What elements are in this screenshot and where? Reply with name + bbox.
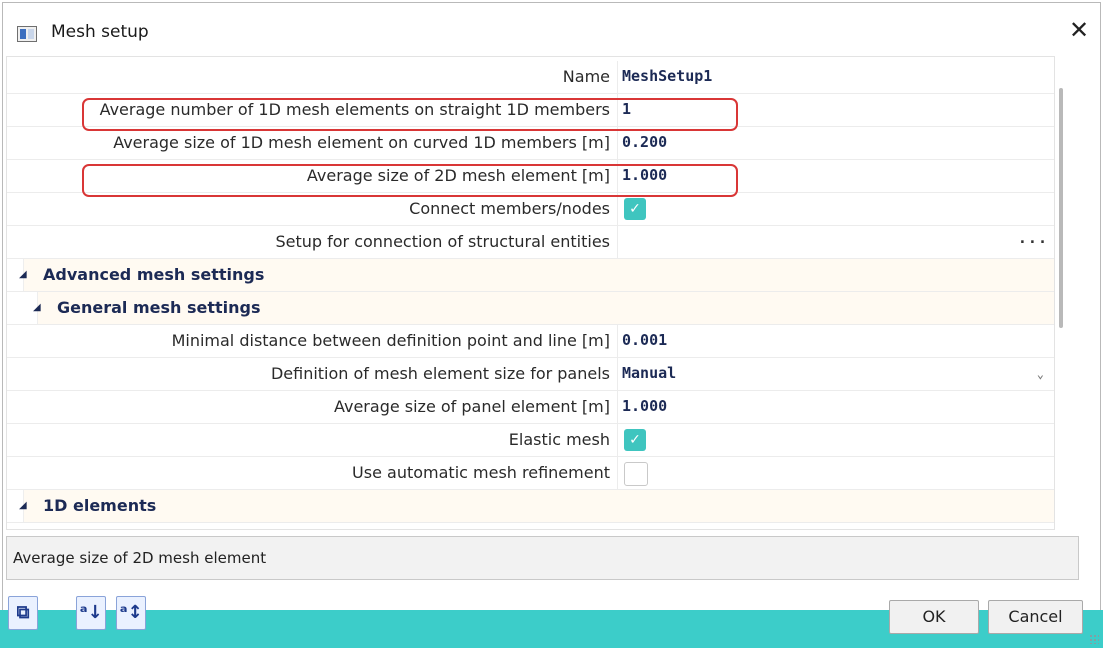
property-label: Setup for connection of structural entit… — [275, 232, 610, 251]
cancel-button[interactable]: Cancel — [988, 600, 1083, 634]
window-title: Mesh setup — [51, 22, 149, 42]
chevron-down-icon[interactable]: ⌄ — [1037, 358, 1044, 390]
property-value-field[interactable]: MeshSetup1 — [617, 61, 1054, 93]
property-label: Name — [562, 67, 610, 86]
property-label: Use automatic mesh refinement — [352, 463, 610, 482]
section-1d-elements[interactable]: ◢ 1D elements — [7, 490, 1054, 523]
select-value: Manual — [622, 364, 677, 382]
description-text: Average size of 2D mesh element — [13, 549, 267, 567]
property-label: Average size of panel element [m] — [333, 397, 610, 416]
window-app-icon — [17, 26, 37, 42]
property-row-definition-of-mesh-element-size-for-panels[interactable]: Definition of mesh element size for pane… — [7, 358, 1054, 391]
property-label: Minimal distance between definition poin… — [171, 331, 610, 350]
property-row-name[interactable]: Name MeshSetup1 — [7, 61, 1054, 94]
ellipsis-button[interactable]: ··· — [1018, 226, 1048, 258]
property-row-elastic-mesh[interactable]: Elastic mesh ✓ — [7, 424, 1054, 457]
property-value-field[interactable]: 1.000 — [617, 160, 1054, 192]
property-label: Average size of 2D mesh element [m] — [306, 166, 610, 185]
property-value-cell — [617, 457, 1054, 489]
sort-custom-button[interactable]: ᵃ↕ — [116, 596, 146, 630]
property-label: Average size of 1D mesh element on curve… — [113, 133, 610, 152]
property-select[interactable]: Manual ⌄ — [617, 358, 1054, 390]
checkbox-checked[interactable]: ✓ — [624, 429, 646, 451]
property-grid: Name MeshSetup1 Average number of 1D mesh … — [6, 56, 1055, 530]
property-value-field[interactable]: 0.001 — [617, 325, 1054, 357]
property-row-average-size-of-2d-mesh-element[interactable]: Average size of 2D mesh element [m] 1.000 — [7, 160, 1054, 193]
resize-grip-icon[interactable] — [1089, 634, 1099, 644]
property-row-use-automatic-mesh-refinement[interactable]: Use automatic mesh refinement — [7, 457, 1054, 490]
sort-ascending-button[interactable]: ᵃ↓ — [76, 596, 106, 630]
section-general-mesh-settings[interactable]: ◢ General mesh settings — [7, 292, 1054, 325]
property-label: Average number of 1D mesh elements on st… — [99, 100, 610, 119]
property-row-connect-members-nodes[interactable]: Connect members/nodes ✓ — [7, 193, 1054, 226]
property-label: Elastic mesh — [508, 430, 610, 449]
property-value-cell: ✓ — [617, 424, 1054, 456]
import-icon: ⧉ — [16, 602, 30, 623]
property-value-field[interactable]: 1 — [617, 94, 1054, 126]
property-value-cell: ··· — [617, 226, 1054, 258]
ok-button[interactable]: OK — [889, 600, 979, 634]
property-label: Definition of mesh element size for pane… — [270, 364, 610, 383]
section-label: 1D elements — [43, 496, 157, 515]
property-row-minimal-distance-between-definition-point-and-line[interactable]: Minimal distance between definition poin… — [7, 325, 1054, 358]
section-background — [23, 490, 1054, 522]
section-label: Advanced mesh settings — [43, 265, 265, 284]
property-value-field[interactable]: 0.200 — [617, 127, 1054, 159]
collapse-triangle-icon[interactable]: ◢ — [19, 259, 27, 291]
section-advanced-mesh-settings[interactable]: ◢ Advanced mesh settings — [7, 259, 1054, 292]
property-value-field[interactable]: 1.000 — [617, 391, 1054, 423]
title-bar: Mesh setup ✕ — [3, 3, 1100, 55]
close-button[interactable]: ✕ — [1064, 15, 1094, 45]
property-row-average-size-of-panel-element[interactable]: Average size of panel element [m] 1.000 — [7, 391, 1054, 424]
collapse-triangle-icon[interactable]: ◢ — [33, 292, 41, 324]
sort-ascending-icon: ᵃ↓ — [79, 602, 103, 623]
property-label: Connect members/nodes — [409, 199, 610, 218]
import-setup-button[interactable]: ⧉ — [8, 596, 38, 630]
property-row-setup-for-connection-of-structural-entities[interactable]: Setup for connection of structural entit… — [7, 226, 1054, 259]
vertical-scrollbar[interactable] — [1059, 88, 1063, 328]
property-value-cell: ✓ — [617, 193, 1054, 225]
description-panel: Average size of 2D mesh element — [6, 536, 1079, 580]
sort-custom-icon: ᵃ↕ — [119, 602, 143, 623]
checkbox-unchecked[interactable] — [624, 462, 648, 486]
collapse-triangle-icon[interactable]: ◢ — [19, 490, 27, 522]
property-row-average-number-of-1d-mesh-elements-on-straight-1d-members[interactable]: Average number of 1D mesh elements on st… — [7, 94, 1054, 127]
property-row-average-size-of-1d-mesh-element-on-curved-1d-members[interactable]: Average size of 1D mesh element on curve… — [7, 127, 1054, 160]
section-label: General mesh settings — [57, 298, 261, 317]
checkbox-checked[interactable]: ✓ — [624, 198, 646, 220]
